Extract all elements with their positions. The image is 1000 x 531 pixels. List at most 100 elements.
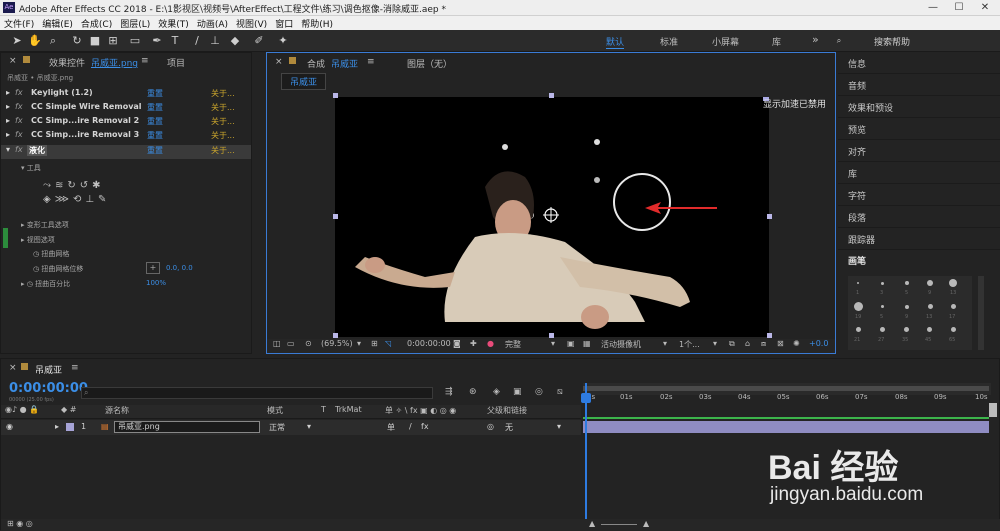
camera-tool-icon[interactable]: ■ xyxy=(88,34,102,48)
timeline-comp-tab[interactable]: 吊威亚 xyxy=(35,363,62,376)
twirl-cw-icon[interactable]: ↻ xyxy=(67,180,79,191)
menu-edit[interactable]: 编辑(E) xyxy=(38,16,77,30)
reset-button[interactable]: 重置 xyxy=(147,88,163,99)
pucker-tool-icon[interactable]: ✱ xyxy=(92,180,104,191)
resolution-dropdown-arrow-icon[interactable]: ▾ xyxy=(551,339,555,348)
minimize-button[interactable]: — xyxy=(920,0,946,16)
workspace-more-button[interactable]: » xyxy=(812,33,819,46)
effect-row-wire-removal[interactable]: ▸ fx CC Simple Wire Removal 重置 关于... xyxy=(1,102,251,116)
rectangle-tool-icon[interactable]: ▭ xyxy=(128,34,142,48)
toggle-pixel-icon[interactable]: ⧉ xyxy=(729,339,735,349)
about-button[interactable]: 关于... xyxy=(211,116,235,127)
panel-tracker[interactable]: 跟踪器 xyxy=(838,228,1000,250)
roto-brush-tool-icon[interactable]: ✐ xyxy=(252,34,266,48)
zoom-in-icon[interactable]: ▲ xyxy=(643,519,649,528)
close-tab-icon[interactable]: × xyxy=(9,56,17,66)
panel-character[interactable]: 字符 xyxy=(838,184,1000,206)
reset-button[interactable]: 重置 xyxy=(147,116,163,127)
composition-tab[interactable]: 合成 xyxy=(307,57,325,70)
layer-search-input[interactable]: ⌕ xyxy=(81,387,433,399)
region-icon[interactable]: ◹ xyxy=(385,339,391,348)
panel-menu-icon[interactable]: ≡ xyxy=(367,57,375,67)
close-tab-icon[interactable]: × xyxy=(9,363,17,373)
menu-animation[interactable]: 动画(A) xyxy=(193,16,232,30)
t-header[interactable]: T xyxy=(321,405,326,414)
distortion-percent-value[interactable]: 100% xyxy=(146,279,166,287)
playhead-handle[interactable] xyxy=(581,393,591,403)
composition-viewer[interactable] xyxy=(335,97,769,337)
panel-paragraph[interactable]: 段落 xyxy=(838,206,1000,228)
handle[interactable] xyxy=(333,333,338,338)
visibility-eye-icon[interactable]: ◉ xyxy=(6,422,13,431)
trkmat-header[interactable]: TrkMat xyxy=(335,405,362,414)
workspace-standard[interactable]: 标准 xyxy=(660,35,678,48)
handle[interactable] xyxy=(767,214,772,219)
quality-switch-icon[interactable]: / xyxy=(409,422,412,431)
eraser-tool-icon[interactable]: ◆ xyxy=(228,34,242,48)
menu-effect[interactable]: 效果(T) xyxy=(154,16,193,30)
exposure-icon[interactable]: ✺ xyxy=(793,339,800,348)
turbulence-tool-icon[interactable]: ≋ xyxy=(55,180,67,191)
source-name-header[interactable]: 源名称 xyxy=(105,405,129,416)
fast-previews-icon[interactable]: ⊠ xyxy=(777,339,784,348)
expand-layer-icon[interactable]: ▸ xyxy=(55,422,59,431)
type-tool-icon[interactable]: T xyxy=(168,34,182,48)
fx-switch-icon[interactable]: fx xyxy=(421,422,429,431)
panel-audio[interactable]: 音频 xyxy=(838,74,1000,96)
always-preview-icon[interactable]: ◫ xyxy=(273,339,281,348)
comp-mini-flowchart-icon[interactable]: ⇶ xyxy=(445,387,453,397)
brush-tips-grid[interactable]: 1 3 5 9 13 19 5 9 13 17 21 27 35 45 65 xyxy=(848,276,972,350)
crosshair-icon[interactable]: + xyxy=(146,262,160,274)
rotate-tool-icon[interactable]: ↻ xyxy=(70,34,84,48)
snapshot-icon[interactable]: ◙ xyxy=(453,339,461,348)
views-dropdown-arrow-icon[interactable]: ▾ xyxy=(713,339,717,348)
panel-info[interactable]: 信息 xyxy=(838,52,1000,74)
effect-row-liquify[interactable]: ▾ fx 液化 重置 关于... xyxy=(1,145,251,159)
timeline-end-handle[interactable] xyxy=(989,403,997,417)
parent-dropdown[interactable]: 无 xyxy=(505,422,513,433)
selection-tool-icon[interactable]: ➤ xyxy=(10,34,24,48)
effect-row-keylight[interactable]: ▸ fx Keylight (1.2) 重置 关于... xyxy=(1,88,251,102)
camera-dropdown-arrow-icon[interactable]: ▾ xyxy=(663,339,667,348)
pan-behind-tool-icon[interactable]: ⊞ xyxy=(106,34,120,48)
layer-name-field[interactable]: 吊威亚.png xyxy=(114,421,260,433)
puppet-tool-icon[interactable]: ✦ xyxy=(276,34,290,48)
about-button[interactable]: 关于... xyxy=(211,130,235,141)
composition-sub-tab[interactable]: 吊威亚 xyxy=(281,73,327,90)
maximize-button[interactable]: ☐ xyxy=(946,0,972,16)
lock-icon[interactable] xyxy=(289,57,296,64)
reconstruct-tool-icon[interactable]: ✎ xyxy=(98,194,110,205)
stopwatch-icon[interactable]: ◷ xyxy=(27,280,35,288)
shy-switch-icon[interactable]: 单 xyxy=(387,422,395,433)
handle[interactable] xyxy=(333,214,338,219)
twirl-ccw-icon[interactable]: ↺ xyxy=(80,180,92,191)
motion-blur-icon[interactable]: ◎ xyxy=(535,387,543,397)
clone-tool-icon[interactable]: ⊥ xyxy=(85,194,98,205)
roi-icon[interactable]: ▣ xyxy=(567,339,575,348)
graph-editor-icon[interactable]: ⧅ xyxy=(557,387,563,397)
pen-tool-icon[interactable]: ✒ xyxy=(150,34,164,48)
about-button[interactable]: 关于... xyxy=(211,102,235,113)
zoom-out-icon[interactable]: ▲ xyxy=(589,519,595,528)
label-color-icon[interactable] xyxy=(66,423,74,431)
brush-tool-icon[interactable]: / xyxy=(190,34,204,48)
parent-pickwhip-icon[interactable]: ◎ xyxy=(487,422,494,431)
parent-dropdown-arrow-icon[interactable]: ▾ xyxy=(557,422,561,431)
frame-blending-icon[interactable]: ▣ xyxy=(513,387,522,397)
mask-visibility-icon[interactable]: ⊙ xyxy=(305,339,312,348)
panel-libraries[interactable]: 库 xyxy=(838,162,1000,184)
menu-view[interactable]: 视图(V) xyxy=(232,16,271,30)
effect-row-wire-removal-3[interactable]: ▸ fx CC Simp...ire Removal 3 重置 关于... xyxy=(1,130,251,144)
av-features-icons[interactable]: ◉♪ ● 🔒 xyxy=(5,405,39,414)
bloat-tool-icon[interactable]: ◈ xyxy=(43,194,55,205)
workspace-default[interactable]: 默认 xyxy=(606,35,625,49)
about-button[interactable]: 关于... xyxy=(211,88,235,99)
about-button[interactable]: 关于... xyxy=(211,145,235,156)
transparency-grid-icon[interactable]: ▦ xyxy=(583,339,591,348)
menu-window[interactable]: 窗口 xyxy=(271,16,297,30)
time-ruler[interactable]: 0s 01s 02s 03s 04s 05s 06s 07s 08s 09s 10s xyxy=(587,393,991,403)
mode-dropdown-arrow-icon[interactable]: ▾ xyxy=(307,422,311,431)
toggle-switches-icon[interactable]: ⊞ ◉ ◎ xyxy=(7,519,33,528)
warp-tool-icon[interactable]: ⤳ xyxy=(43,180,55,191)
reset-button[interactable]: 重置 xyxy=(147,102,163,113)
